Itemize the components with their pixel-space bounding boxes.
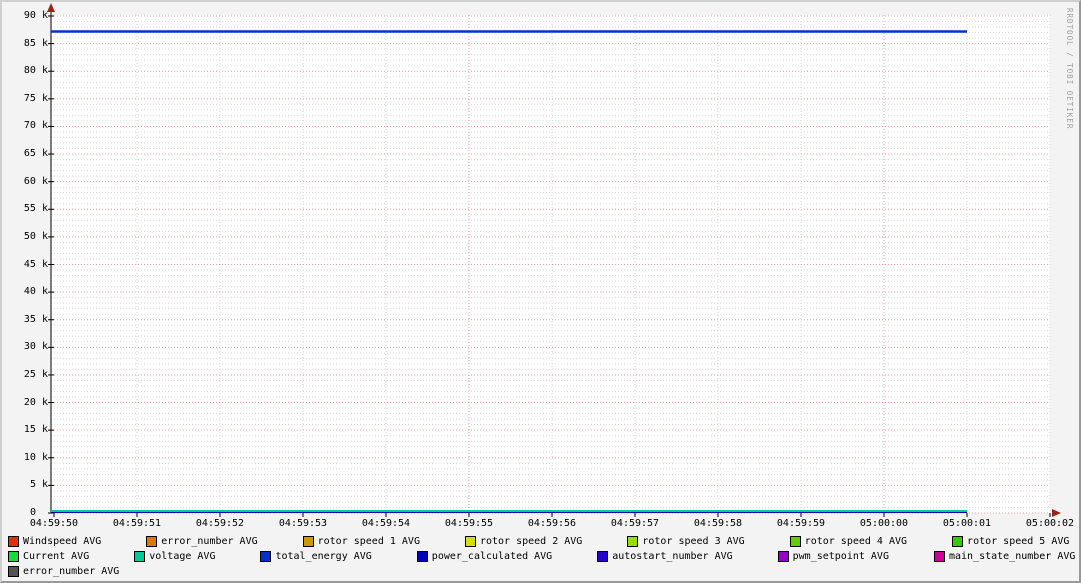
legend-label: power_calculated AVG [431, 551, 553, 562]
legend-color-swatch [464, 536, 476, 547]
legend-item: pwm_setpoint AVG [777, 551, 889, 562]
chart-plot-area [47, 3, 1061, 517]
legend-row: Windspeed AVG error_number AVG rotor speed… [8, 534, 1073, 549]
legend-color-swatch [302, 536, 314, 547]
rrdtool-watermark: RRDTOOL / TOBI OETIKER [1065, 8, 1074, 130]
y-axis-label: 10 k [23, 451, 48, 463]
legend: Windspeed AVG error_number AVG rotor speed… [8, 534, 1076, 579]
y-axis-label: 60 k [23, 175, 48, 187]
legend-color-swatch [627, 536, 639, 547]
y-axis-label: 5 k [29, 479, 48, 491]
x-axis-label: 04:59:50 [29, 518, 79, 529]
x-axis-label: 05:00:01 [942, 518, 992, 529]
legend-label: main_state_number AVG [948, 551, 1076, 562]
x-axis-label: 04:59:52 [195, 518, 245, 529]
y-axis-arrow [47, 3, 55, 12]
rrdtool-graph: 0 5 k 10 k 15 k 20 k 25 k 30 k 35 k 40 k 45 k 50 … [0, 0, 1081, 583]
legend-item: power_calculated AVG [416, 551, 553, 562]
legend-label: Windspeed AVG [23, 536, 102, 547]
y-axis-label: 75 k [23, 92, 48, 104]
legend-label: rotor speed 5 AVG [967, 536, 1070, 547]
legend-item: rotor speed 2 AVG [464, 536, 583, 547]
legend-row: error_number AVG [8, 564, 1073, 579]
legend-item: Windspeed AVG [8, 536, 101, 547]
legend-color-swatch [134, 551, 146, 562]
legend-label: rotor speed 2 AVG [479, 536, 583, 547]
legend-color-swatch [952, 536, 964, 547]
legend-item: voltage AVG [134, 551, 215, 562]
y-axis-label: 50 k [23, 230, 48, 242]
legend-label: Current AVG [23, 551, 90, 562]
legend-label: pwm_setpoint AVG [792, 551, 889, 562]
legend-item: error_number AVG [8, 566, 119, 577]
legend-label: rotor speed 3 AVG [642, 536, 745, 547]
legend-color-swatch [789, 536, 801, 547]
legend-color-swatch [8, 551, 19, 562]
legend-item: autostart_number AVG [597, 551, 733, 562]
legend-color-swatch [777, 551, 789, 562]
x-axis-label: 04:59:58 [693, 518, 743, 529]
x-axis-label: 04:59:54 [361, 518, 411, 529]
x-axis-label: 04:59:51 [112, 518, 162, 529]
legend-item: total_energy AVG [260, 551, 372, 562]
legend-label: voltage AVG [149, 551, 216, 562]
x-axis-label: 04:59:59 [776, 518, 826, 529]
legend-item: rotor speed 4 AVG [789, 536, 908, 547]
legend-color-swatch [260, 551, 272, 562]
legend-color-swatch [933, 551, 945, 562]
y-axis-label: 20 k [23, 396, 48, 408]
y-axis-label: 25 k [23, 368, 48, 380]
y-axis-label: 15 k [23, 424, 48, 436]
legend-item: rotor speed 3 AVG [627, 536, 745, 547]
y-axis-label: 70 k [23, 120, 48, 132]
y-axis-label: 85 k [23, 37, 48, 49]
legend-label: rotor speed 1 AVG [317, 536, 420, 547]
legend-label: rotor speed 4 AVG [804, 536, 908, 547]
x-axis-label: 05:00:02 [1025, 518, 1075, 529]
legend-item: Current AVG [8, 551, 89, 562]
y-axis-label: 40 k [23, 286, 48, 298]
x-axis-label: 04:59:55 [444, 518, 494, 529]
x-axis-label: 04:59:57 [610, 518, 660, 529]
legend-label: total_energy AVG [275, 551, 372, 562]
x-axis-arrow [1052, 509, 1061, 517]
legend-color-swatch [416, 551, 428, 562]
y-axis-label: 45 k [23, 258, 48, 270]
y-axis-label: 65 k [23, 148, 48, 160]
x-axis-label: 04:59:53 [278, 518, 328, 529]
y-axis-label: 90 k [23, 10, 48, 21]
legend-label: error_number AVG [161, 536, 258, 547]
legend-label: error_number AVG [23, 566, 120, 577]
x-axis-label: 05:00:00 [859, 518, 909, 529]
y-axis-label: 55 k [23, 203, 48, 215]
y-axis-label: 30 k [23, 341, 48, 353]
legend-item: main_state_number AVG [933, 551, 1076, 562]
y-axis-label: 80 k [23, 65, 48, 77]
legend-item: rotor speed 1 AVG [302, 536, 420, 547]
legend-color-swatch [8, 536, 19, 547]
x-axis-label: 04:59:56 [527, 518, 577, 529]
legend-item: rotor speed 5 AVG [952, 536, 1069, 547]
legend-label: autostart_number AVG [612, 551, 733, 562]
legend-color-swatch [597, 551, 609, 562]
y-axis-label: 35 k [23, 313, 48, 325]
legend-item: error_number AVG [146, 536, 258, 547]
legend-color-swatch [8, 566, 19, 577]
legend-color-swatch [146, 536, 158, 547]
legend-row: Current AVG voltage AVG total_energy AVG po… [8, 549, 1076, 564]
